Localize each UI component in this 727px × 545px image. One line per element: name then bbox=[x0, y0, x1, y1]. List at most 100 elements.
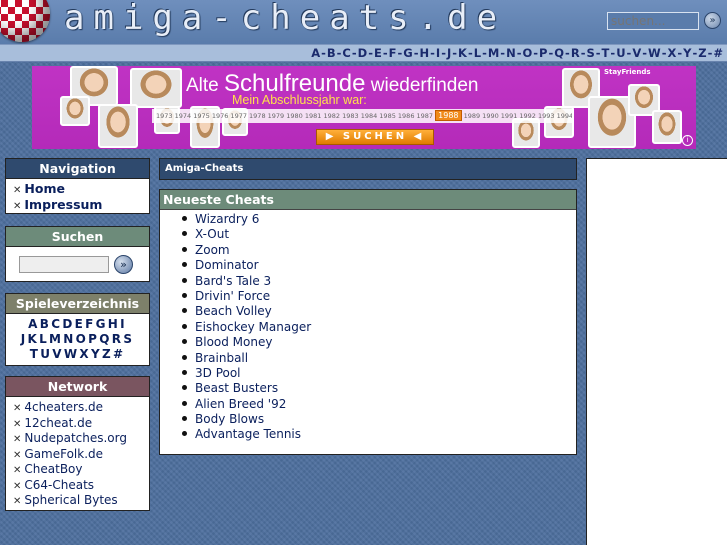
game-letter-link[interactable]: X bbox=[79, 347, 91, 361]
cheat-list-item[interactable]: Eishockey Manager bbox=[160, 320, 576, 335]
cheat-list-item[interactable]: Advantage Tennis bbox=[160, 427, 576, 442]
network-link[interactable]: ✕ GameFolk.de bbox=[6, 447, 149, 463]
alphabet-link[interactable]: C bbox=[342, 46, 350, 60]
cheat-list-item[interactable]: Bard's Tale 3 bbox=[160, 274, 576, 289]
alphabet-link[interactable]: Q bbox=[554, 46, 564, 60]
game-letter-link[interactable]: O bbox=[76, 332, 89, 346]
cheat-link[interactable]: Wizardry 6 bbox=[195, 212, 259, 226]
alphabet-link[interactable]: B bbox=[327, 46, 336, 60]
alphabet-link[interactable]: N bbox=[506, 46, 516, 60]
game-letter-link[interactable]: T bbox=[30, 347, 41, 361]
network-link[interactable]: ✕ Nudepatches.org bbox=[6, 431, 149, 447]
alphabet-link[interactable]: S bbox=[586, 46, 594, 60]
cheat-list-item[interactable]: Alien Breed '92 bbox=[160, 397, 576, 412]
alphabet-link[interactable]: F bbox=[389, 46, 397, 60]
network-link[interactable]: ✕ C64-Cheats bbox=[6, 478, 149, 494]
game-letter-link[interactable]: B bbox=[40, 317, 51, 331]
cheat-link[interactable]: 3D Pool bbox=[195, 366, 241, 380]
alphabet-link[interactable]: K bbox=[458, 46, 467, 60]
cheat-list-item[interactable]: Beach Volley bbox=[160, 304, 576, 319]
header-search-go-button[interactable]: » bbox=[704, 12, 721, 29]
amiga-boing-ball-logo[interactable] bbox=[0, 0, 50, 42]
game-letter-link[interactable]: G bbox=[96, 317, 108, 331]
nav-link-home[interactable]: ✕ Home bbox=[6, 181, 149, 197]
alphabet-link[interactable]: Y bbox=[683, 46, 691, 60]
banner-search-button[interactable]: ▶ SUCHEN ◀ bbox=[316, 129, 434, 145]
game-letter-link[interactable]: P bbox=[88, 332, 99, 346]
game-letter-link[interactable]: U bbox=[40, 347, 52, 361]
game-letter-link[interactable]: S bbox=[123, 332, 134, 346]
network-link[interactable]: ✕ 4cheaters.de bbox=[6, 400, 149, 416]
game-letter-link[interactable]: Q bbox=[99, 332, 112, 346]
year-list[interactable]: 1989 1990 1991 1992 1993 1994 1995 1996 … bbox=[464, 112, 572, 120]
cheat-link[interactable]: Beast Busters bbox=[195, 381, 278, 395]
year-list[interactable]: 1973 1974 1975 1976 1977 1978 1979 1980 … bbox=[156, 112, 433, 120]
alphabet-link[interactable]: X bbox=[667, 46, 676, 60]
game-letter-link[interactable]: N bbox=[63, 332, 75, 346]
cheat-list-item[interactable]: Brainball bbox=[160, 351, 576, 366]
game-letter-link[interactable]: I bbox=[120, 317, 127, 331]
game-letter-link[interactable]: D bbox=[62, 317, 74, 331]
alphabet-link[interactable]: P bbox=[539, 46, 547, 60]
cheat-link[interactable]: Alien Breed '92 bbox=[195, 397, 286, 411]
alphabet-link[interactable]: L bbox=[474, 46, 481, 60]
game-letter-link[interactable]: V bbox=[52, 347, 64, 361]
alphabet-link[interactable]: M bbox=[488, 46, 499, 60]
cheat-link[interactable]: Brainball bbox=[195, 351, 248, 365]
cheat-link[interactable]: Eishockey Manager bbox=[195, 320, 311, 334]
game-letter-link[interactable]: E bbox=[75, 317, 86, 331]
alphabet-link[interactable]: Z bbox=[698, 46, 706, 60]
alphabet-link[interactable]: A bbox=[311, 46, 320, 60]
alphabet-link[interactable]: G bbox=[403, 46, 412, 60]
network-link[interactable]: ✕ 12cheat.de bbox=[6, 416, 149, 432]
network-link[interactable]: ✕ Spherical Bytes bbox=[6, 493, 149, 509]
header-search-input[interactable] bbox=[607, 12, 699, 30]
cheat-list-item[interactable]: Blood Money bbox=[160, 335, 576, 350]
cheat-list-item[interactable]: Body Blows bbox=[160, 412, 576, 427]
alphabet-link[interactable]: U bbox=[616, 46, 625, 60]
game-letter-link[interactable]: W bbox=[64, 347, 80, 361]
cheat-list-item[interactable]: Beast Busters bbox=[160, 381, 576, 396]
cheat-list-item[interactable]: X-Out bbox=[160, 227, 576, 242]
graduation-year-selector[interactable]: 1973 1974 1975 1976 1977 1978 1979 1980 … bbox=[152, 109, 572, 123]
sidebar-search-go-button[interactable]: » bbox=[114, 255, 133, 274]
game-letter-link[interactable]: F bbox=[85, 317, 96, 331]
alphabet-link[interactable]: D bbox=[358, 46, 368, 60]
cheat-link[interactable]: Beach Volley bbox=[195, 304, 272, 318]
cheat-link[interactable]: Body Blows bbox=[195, 412, 264, 426]
game-letter-link[interactable]: K bbox=[27, 332, 39, 346]
game-letter-link[interactable]: H bbox=[108, 317, 120, 331]
alphabet-link[interactable]: O bbox=[522, 46, 532, 60]
cheat-link[interactable]: Bard's Tale 3 bbox=[195, 274, 271, 288]
game-letter-link[interactable]: A bbox=[28, 317, 40, 331]
game-letter-link[interactable]: R bbox=[112, 332, 124, 346]
cheat-list-item[interactable]: Wizardry 6 bbox=[160, 212, 576, 227]
game-letter-link[interactable]: Z bbox=[102, 347, 113, 361]
alphabet-link[interactable]: V bbox=[632, 46, 641, 60]
cheat-link[interactable]: Zoom bbox=[195, 243, 230, 257]
cheat-link[interactable]: Dominator bbox=[195, 258, 259, 272]
game-letter-link[interactable]: M bbox=[49, 332, 63, 346]
alphabet-link[interactable]: E bbox=[374, 46, 382, 60]
stayfriends-ad-banner[interactable]: StayFriends Alte Schulfreunde wiederfind… bbox=[32, 66, 696, 149]
cheat-list-item[interactable]: Dominator bbox=[160, 258, 576, 273]
alphabet-link[interactable]: H bbox=[420, 46, 430, 60]
cheat-link[interactable]: Blood Money bbox=[195, 335, 272, 349]
alphabet-link[interactable]: # bbox=[713, 46, 723, 60]
alphabet-link[interactable]: T bbox=[602, 46, 610, 60]
game-letter-link[interactable]: L bbox=[39, 332, 49, 346]
alphabet-link[interactable]: I bbox=[436, 46, 440, 60]
network-link[interactable]: ✕ CheatBoy bbox=[6, 462, 149, 478]
sidebar-search-input[interactable] bbox=[19, 256, 109, 273]
cheat-list-item[interactable]: Drivin' Force bbox=[160, 289, 576, 304]
selected-year[interactable]: 1988 bbox=[435, 110, 462, 121]
nav-link-impressum[interactable]: ✕ Impressum bbox=[6, 197, 149, 213]
site-title[interactable]: amiga-cheats.de bbox=[64, 0, 506, 38]
breadcrumb[interactable]: Amiga-Cheats bbox=[159, 158, 577, 180]
alphabet-link[interactable]: J bbox=[447, 46, 451, 60]
game-letter-link[interactable]: # bbox=[113, 347, 125, 361]
info-icon[interactable]: i bbox=[682, 135, 693, 146]
alphabet-link[interactable]: R bbox=[571, 46, 580, 60]
game-letter-link[interactable]: C bbox=[51, 317, 62, 331]
cheat-list-item[interactable]: 3D Pool bbox=[160, 366, 576, 381]
